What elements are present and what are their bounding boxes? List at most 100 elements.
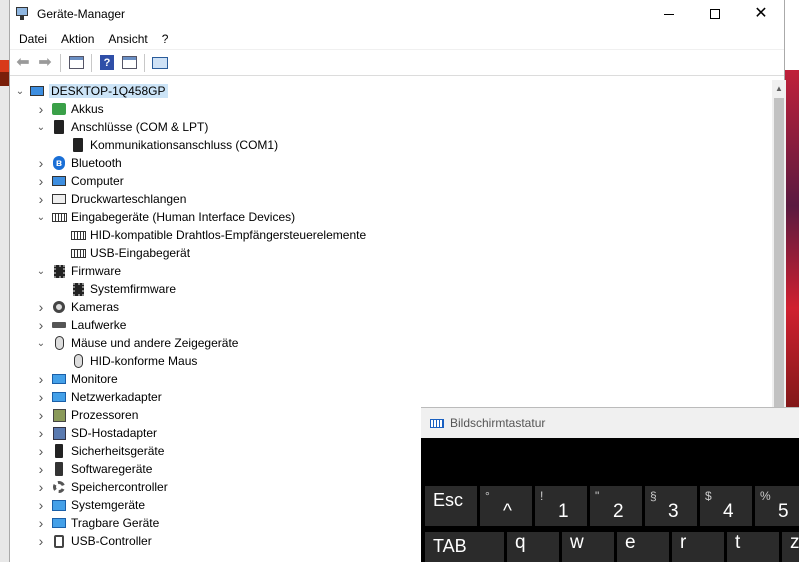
- chevron-right-icon[interactable]: ›: [36, 172, 46, 190]
- menu-help[interactable]: ?: [155, 28, 176, 50]
- tree-item-label: HID-kompatible Drahtlos-Empfängersteuere…: [90, 228, 367, 242]
- desktop-background-right: [785, 70, 799, 410]
- monitor-icon: [51, 515, 67, 531]
- osk-key[interactable]: e: [617, 532, 669, 562]
- minimize-icon: [664, 13, 674, 15]
- tree-category[interactable]: › Druckwarteschlangen: [36, 190, 187, 208]
- help-icon: ?: [100, 55, 114, 70]
- osk-key[interactable]: TAB: [425, 532, 504, 562]
- network-icon: [51, 389, 67, 405]
- chevron-down-icon[interactable]: ⌄: [15, 82, 25, 100]
- osk-key[interactable]: Esc: [425, 486, 477, 526]
- tree-category[interactable]: › Kameras: [36, 298, 119, 316]
- maximize-button[interactable]: [692, 0, 738, 28]
- chevron-right-icon[interactable]: ›: [36, 514, 46, 532]
- tree-category[interactable]: ⌄ Anschlüsse (COM & LPT): [36, 118, 208, 136]
- menu-datei[interactable]: Datei: [12, 28, 54, 50]
- tree-category[interactable]: › Laufwerke: [36, 316, 127, 334]
- chevron-right-icon[interactable]: ›: [36, 478, 46, 496]
- port-icon: [70, 137, 86, 153]
- chevron-right-icon[interactable]: ›: [36, 316, 46, 334]
- menu-aktion[interactable]: Aktion: [54, 28, 101, 50]
- osk-key-label: 4: [723, 501, 734, 522]
- tree-device[interactable]: Systemfirmware: [55, 280, 176, 298]
- tree-category[interactable]: › Akkus: [36, 100, 104, 118]
- tree-root[interactable]: ⌄ DESKTOP-1Q458GP: [15, 82, 168, 100]
- back-button[interactable]: ⬅: [12, 52, 34, 74]
- osk-key[interactable]: § 3: [645, 486, 697, 526]
- window-controls: ✕: [646, 0, 784, 28]
- tree-device[interactable]: HID-kompatible Drahtlos-Empfängersteuere…: [55, 226, 366, 244]
- tree-category[interactable]: › Softwaregeräte: [36, 460, 153, 478]
- tree-category[interactable]: ⌄ Eingabegeräte (Human Interface Devices): [36, 208, 295, 226]
- title-bar[interactable]: Geräte-Manager ✕: [10, 0, 784, 28]
- tree-category[interactable]: › USB-Controller: [36, 532, 152, 550]
- printer-icon: [51, 191, 67, 207]
- tree-device[interactable]: HID-konforme Maus: [55, 352, 197, 370]
- osk-key[interactable]: $4: [700, 486, 752, 526]
- osk-key[interactable]: w: [562, 532, 614, 562]
- sd-card-icon: [51, 425, 67, 441]
- minimize-button[interactable]: [646, 0, 692, 28]
- tree-category[interactable]: › Sicherheitsgeräte: [36, 442, 165, 460]
- chevron-down-icon[interactable]: ⌄: [36, 118, 46, 136]
- osk-key[interactable]: t: [727, 532, 779, 562]
- chevron-down-icon[interactable]: ⌄: [36, 262, 46, 280]
- chevron-right-icon[interactable]: ›: [36, 154, 46, 172]
- forward-button[interactable]: ➡: [34, 52, 56, 74]
- close-button[interactable]: ✕: [738, 0, 784, 28]
- chevron-right-icon[interactable]: ›: [36, 496, 46, 514]
- show-hide-console-tree-button[interactable]: [65, 52, 87, 74]
- chevron-right-icon[interactable]: ›: [36, 532, 46, 550]
- tree-category[interactable]: ⌄ Firmware: [36, 262, 121, 280]
- tree-device[interactable]: USB-Eingabegerät: [55, 244, 190, 262]
- chevron-right-icon[interactable]: ›: [36, 460, 46, 478]
- osk-key[interactable]: r: [672, 532, 724, 562]
- properties-button[interactable]: [118, 52, 140, 74]
- osk-keys: Esc ° ^! 1 " 2 § 3 $4% 5 TAB q w e r t z: [421, 438, 799, 562]
- chevron-right-icon[interactable]: ›: [36, 298, 46, 316]
- system-icon: [51, 497, 67, 513]
- chevron-right-icon[interactable]: ›: [36, 406, 46, 424]
- chevron-right-icon[interactable]: ›: [36, 190, 46, 208]
- tree-category[interactable]: › Systemgeräte: [36, 496, 145, 514]
- scan-hardware-button[interactable]: [149, 52, 171, 74]
- tree-category[interactable]: › Prozessoren: [36, 406, 139, 424]
- chevron-right-icon[interactable]: ›: [36, 424, 46, 442]
- tree-item-label: Firmware: [71, 264, 121, 278]
- osk-key[interactable]: ° ^: [480, 486, 532, 526]
- tree-category[interactable]: › Tragbare Geräte: [36, 514, 160, 532]
- tree-item-label: USB-Eingabegerät: [90, 246, 191, 260]
- tree-category[interactable]: › Computer: [36, 172, 124, 190]
- osk-key-label: t: [735, 532, 741, 553]
- chevron-right-icon[interactable]: ›: [36, 370, 46, 388]
- chevron-down-icon[interactable]: ⌄: [36, 208, 46, 226]
- chevron-right-icon[interactable]: ›: [36, 442, 46, 460]
- osk-key[interactable]: " 2: [590, 486, 642, 526]
- osk-title-bar[interactable]: Bildschirmtastatur: [421, 407, 799, 438]
- monitor-icon: [51, 371, 67, 387]
- tree-category[interactable]: › ʙ Bluetooth: [36, 154, 122, 172]
- menu-ansicht[interactable]: Ansicht: [101, 28, 154, 50]
- tree-item-label: Kameras: [71, 300, 120, 314]
- tree-category[interactable]: › Netzwerkadapter: [36, 388, 162, 406]
- scroll-up-icon[interactable]: ▲: [772, 84, 786, 93]
- chevron-down-icon[interactable]: ⌄: [36, 334, 46, 352]
- mouse-icon: [51, 335, 67, 351]
- osk-key[interactable]: % 5: [755, 486, 799, 526]
- osk-key[interactable]: ! 1: [535, 486, 587, 526]
- chevron-right-icon[interactable]: ›: [36, 388, 46, 406]
- window-title: Geräte-Manager: [37, 7, 126, 21]
- osk-key[interactable]: q: [507, 532, 559, 562]
- tree-item-label: Anschlüsse (COM & LPT): [71, 120, 209, 134]
- tree-category[interactable]: › Monitore: [36, 370, 118, 388]
- tree-category[interactable]: › Speichercontroller: [36, 478, 168, 496]
- tree-category[interactable]: ⌄ Mäuse und andere Zeigegeräte: [36, 334, 238, 352]
- properties-icon: [121, 56, 137, 69]
- chevron-right-icon[interactable]: ›: [36, 100, 46, 118]
- osk-key[interactable]: z: [782, 532, 799, 562]
- tree-device[interactable]: Kommunikationsanschluss (COM1): [55, 136, 278, 154]
- keyboard-icon: [70, 227, 86, 243]
- help-button[interactable]: ?: [96, 52, 118, 74]
- tree-category[interactable]: › SD-Hostadapter: [36, 424, 157, 442]
